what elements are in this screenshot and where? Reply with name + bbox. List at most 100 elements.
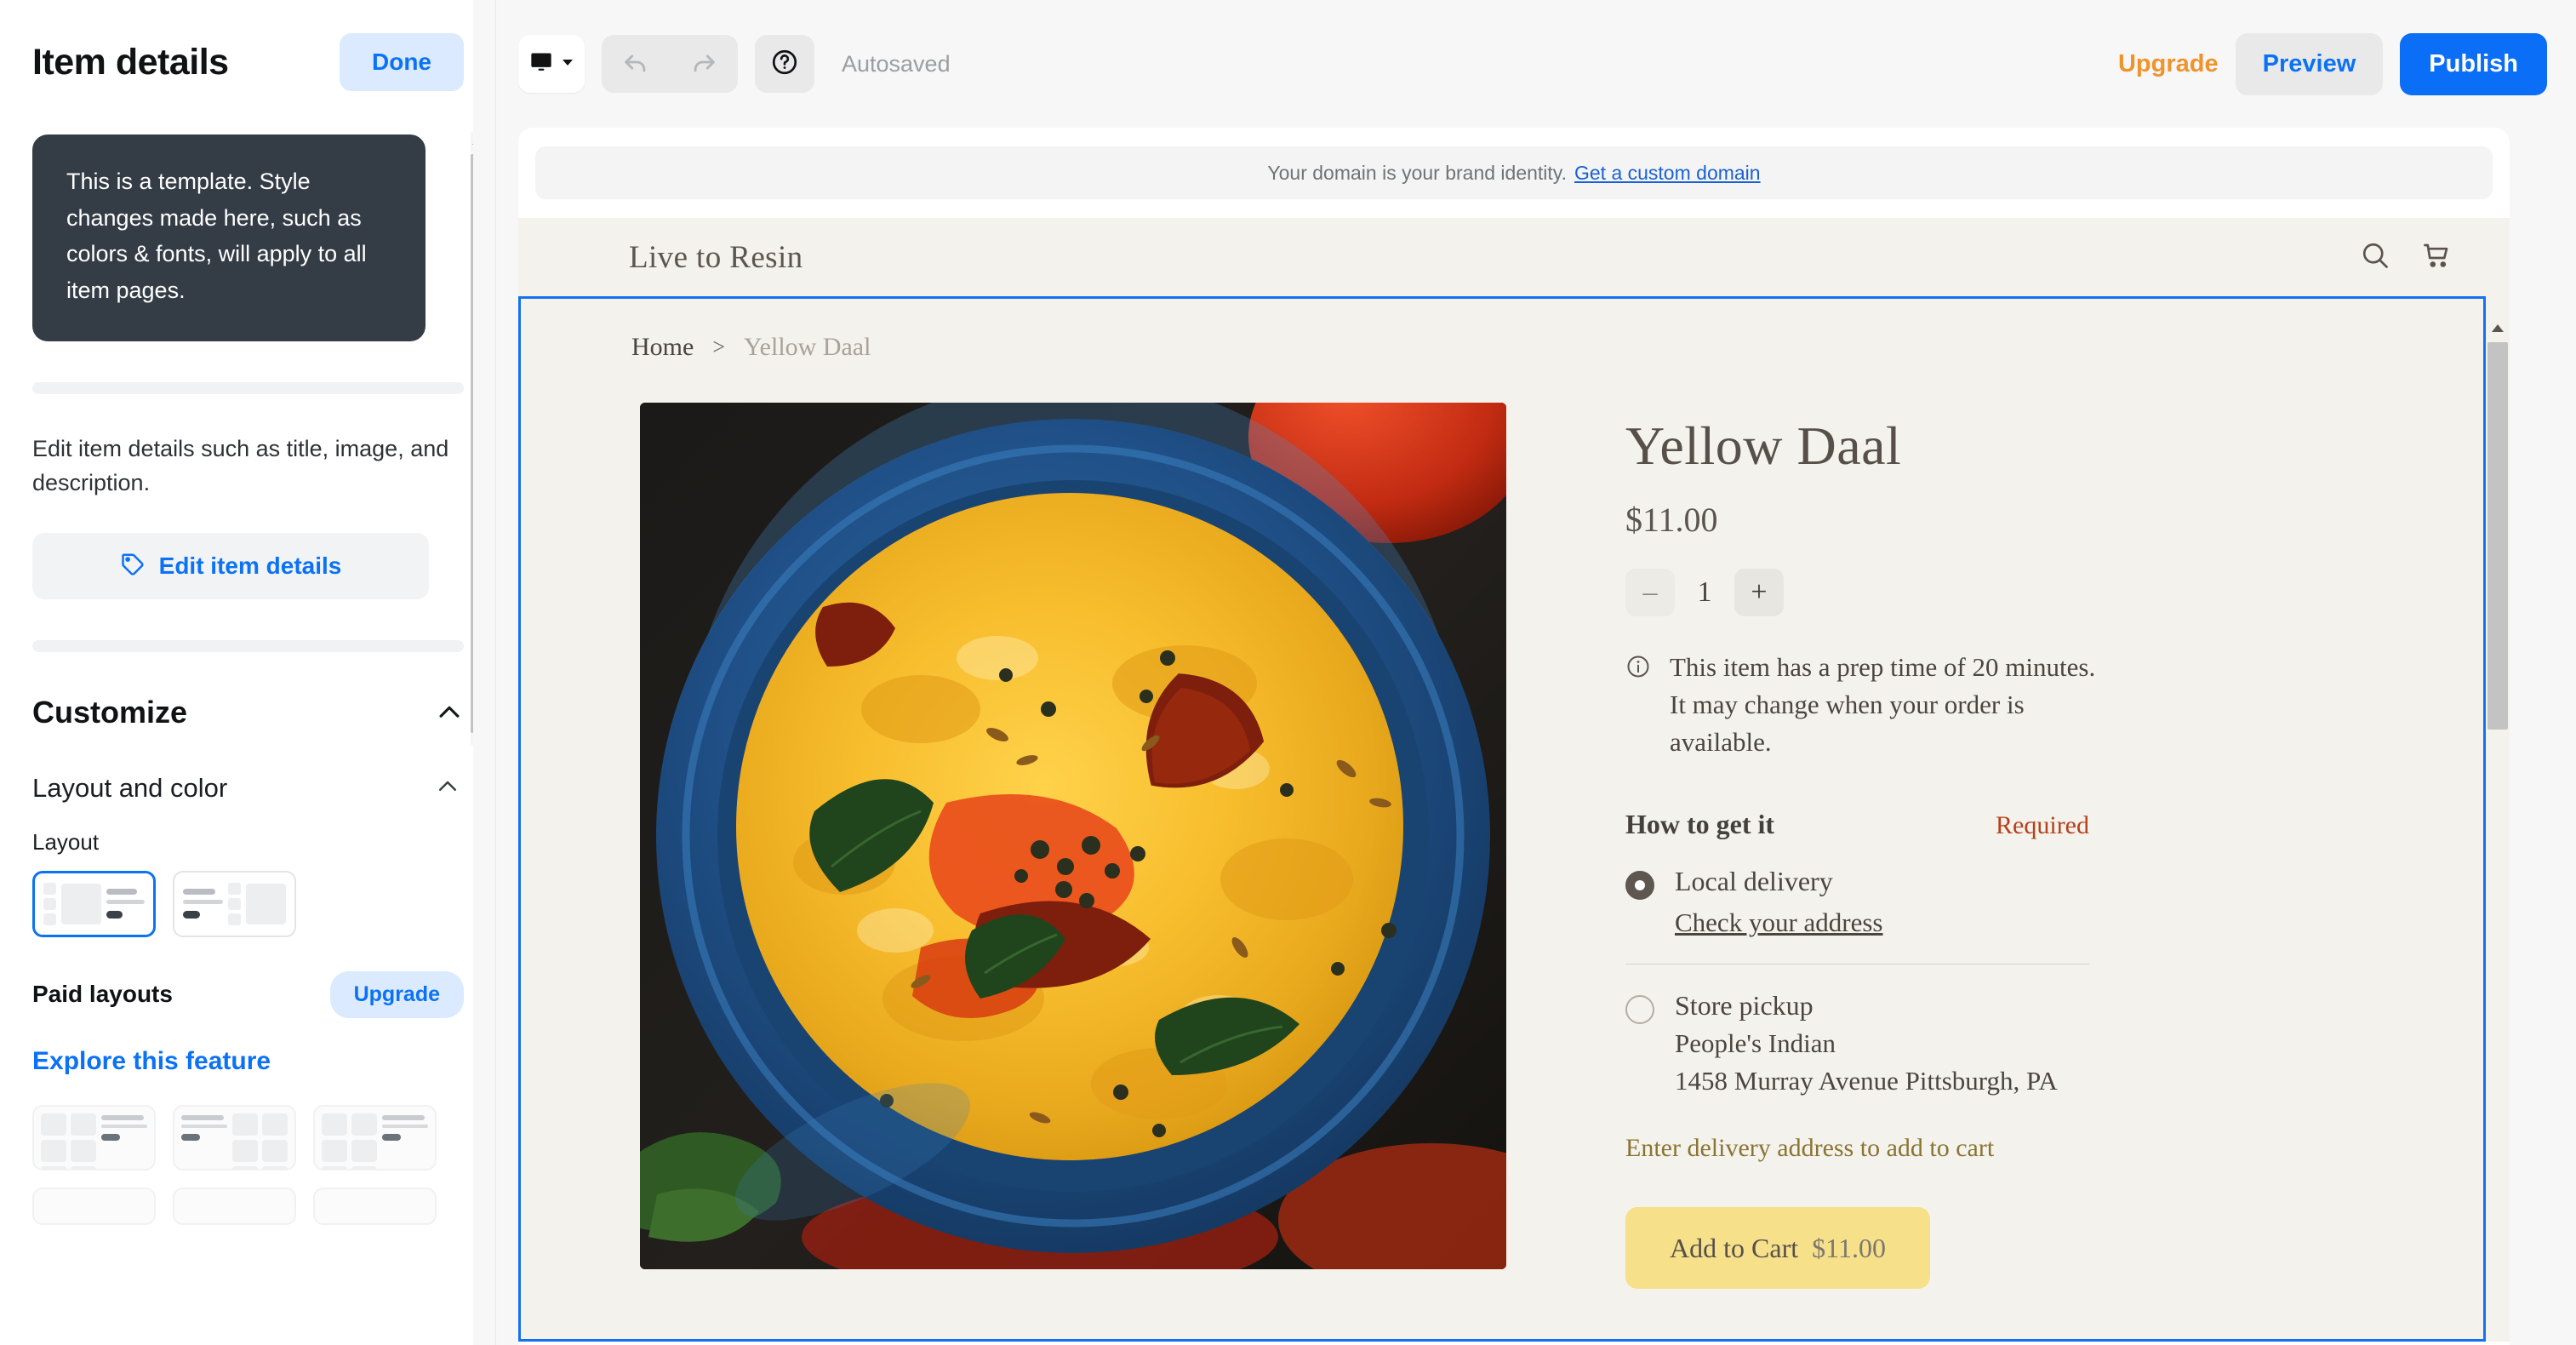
info-circle-icon (1625, 649, 1651, 761)
product-detail-page: Home > Yellow Daal Yellow Daal $11.00 – … (521, 299, 2483, 1339)
paid-layout-thumb[interactable] (173, 1104, 296, 1170)
item-details-sidebar: Item details Done This is a template. St… (0, 0, 496, 1345)
store-name: People's Indian (1675, 1028, 1836, 1059)
layout-thumb-column (43, 882, 56, 925)
site-header: Live to Resin (518, 218, 2510, 296)
explore-this-feature-link[interactable]: Explore this feature (32, 1047, 464, 1076)
store-pickup-content: Store pickup People's Indian 1458 Murray… (1675, 990, 2058, 1096)
paid-layouts-row: Paid layouts Upgrade (32, 970, 464, 1018)
paid-layout-thumb[interactable] (32, 1104, 156, 1170)
paid-layouts-grid (32, 1104, 464, 1225)
help-button[interactable] (755, 35, 814, 93)
editor-app: Item details Done This is a template. St… (0, 0, 2576, 1345)
yellow-daal-bowl-photo[interactable] (640, 403, 1506, 1269)
chevron-down-icon (561, 56, 574, 72)
local-delivery-label: Local delivery (1675, 866, 1833, 897)
paid-layout-thumb[interactable] (173, 1187, 296, 1225)
chevron-up-icon (435, 698, 464, 727)
shopping-cart-icon[interactable] (2421, 240, 2452, 275)
sidebar-header: Item details Done (0, 0, 496, 100)
chevron-up-icon-2 (435, 774, 464, 803)
add-to-cart-price: $11.00 (1812, 1232, 1886, 1263)
quantity-increase-button[interactable]: + (1734, 569, 1784, 616)
layout-and-color-label: Layout and color (32, 772, 228, 803)
layout-thumb (228, 897, 241, 910)
layout-and-color-section-header[interactable]: Layout and color (32, 773, 464, 804)
layout-thumb (228, 913, 241, 925)
paid-layout-thumb[interactable] (313, 1104, 437, 1170)
autosaved-status: Autosaved (842, 50, 951, 77)
paid-layout-thumb[interactable] (32, 1187, 156, 1225)
layout-main-image (246, 883, 286, 924)
layout-thumb (43, 882, 56, 895)
prep-time-note: This item has a prep time of 20 minutes.… (1625, 649, 2102, 761)
layout-field-label: Layout (32, 828, 100, 855)
upgrade-pill-button[interactable]: Upgrade (329, 970, 464, 1018)
product-price: $11.00 (1625, 501, 1718, 539)
undo-arrow-icon (621, 48, 650, 81)
paid-layout-thumb[interactable] (313, 1187, 437, 1225)
fulfillment-option-store-pickup[interactable]: Store pickup People's Indian 1458 Murray… (1625, 990, 2089, 1096)
sidebar-scroll-content: This is a template. Style changes made h… (0, 134, 496, 1225)
device-selector-button[interactable] (518, 35, 585, 93)
fulfillment-option-local-delivery[interactable]: Local delivery Check your address (1625, 866, 2089, 938)
search-icon[interactable] (2360, 240, 2390, 275)
site-frame: Live to Resin Home > Yellow Daal Yellow … (518, 218, 2510, 1342)
divider (32, 381, 464, 394)
layout-thumb-column (228, 882, 241, 925)
how-to-get-it-header: How to get it Required (1625, 809, 2089, 840)
canvas-scroll-up-arrow-icon[interactable] (2486, 317, 2510, 339)
radio-store-pickup[interactable] (1625, 995, 1654, 1025)
food-photo-illustration (640, 403, 1506, 1269)
add-to-cart-button[interactable]: Add to Cart $11.00 (1625, 1207, 1930, 1290)
preview-button[interactable]: Preview (2235, 32, 2384, 95)
quantity-stepper: – 1 + (1625, 569, 2483, 616)
layout-option-image-left[interactable] (32, 870, 156, 937)
product-info: Yellow Daal $11.00 – 1 + This item has a… (1625, 403, 2483, 1290)
layout-text-lines (106, 889, 145, 919)
layout-thumb (43, 913, 56, 925)
site-preview-canvas: Your domain is your brand identity. Get … (518, 128, 2510, 1345)
edit-item-details-button[interactable]: Edit item details (32, 532, 429, 599)
add-to-cart-label: Add to Cart (1670, 1232, 1799, 1263)
customize-section-header[interactable]: Customize (32, 695, 464, 730)
selected-section-outline[interactable]: Home > Yellow Daal Yellow Daal $11.00 – … (518, 296, 2486, 1342)
done-button[interactable]: Done (340, 33, 464, 91)
domain-banner-text: Your domain is your brand identity. (1267, 161, 1567, 184)
check-your-address-link[interactable]: Check your address (1675, 907, 1883, 938)
layout-option-image-right[interactable] (173, 870, 296, 937)
breadcrumb-separator: > (712, 335, 725, 359)
layout-thumb (228, 882, 241, 895)
how-to-get-it-label: How to get it (1625, 809, 1775, 840)
paid-layouts-label: Paid layouts (32, 981, 173, 1008)
page-title: Item details (32, 41, 229, 83)
get-custom-domain-link[interactable]: Get a custom domain (1574, 162, 1761, 185)
quantity-decrease-button[interactable]: – (1625, 569, 1675, 616)
radio-local-delivery[interactable] (1625, 871, 1654, 901)
tag-icon (120, 552, 146, 580)
editor-area: Autosaved Upgrade Preview Publish Your d… (496, 0, 2576, 1345)
layout-main-image (61, 883, 101, 924)
site-header-icons (2360, 240, 2452, 275)
undo-redo-group (602, 35, 738, 93)
brand-name[interactable]: Live to Resin (629, 239, 803, 276)
question-mark-circle-icon (770, 48, 799, 81)
required-badge: Required (1996, 811, 2089, 840)
breadcrumb-current: Yellow Daal (744, 333, 871, 361)
upgrade-link[interactable]: Upgrade (2118, 50, 2219, 78)
desktop-monitor-icon (528, 50, 554, 78)
editor-toolbar: Autosaved Upgrade Preview Publish (496, 0, 2576, 128)
store-address: 1458 Murray Avenue Pittsburgh, PA (1675, 1066, 2058, 1096)
layout-text-lines (183, 889, 223, 919)
item-details-description: Edit item details such as title, image, … (32, 435, 449, 496)
canvas-scrollbar[interactable] (2486, 315, 2510, 1342)
redo-button[interactable] (670, 48, 738, 81)
divider-2 (32, 639, 464, 652)
breadcrumb: Home > Yellow Daal (521, 333, 2483, 362)
delivery-address-warning: Enter delivery address to add to cart (1625, 1134, 1995, 1163)
undo-button[interactable] (602, 48, 670, 81)
breadcrumb-home[interactable]: Home (631, 333, 694, 362)
canvas-scrollbar-thumb[interactable] (2487, 342, 2508, 730)
publish-button[interactable]: Publish (2400, 32, 2547, 95)
quantity-value: 1 (1697, 576, 1712, 608)
